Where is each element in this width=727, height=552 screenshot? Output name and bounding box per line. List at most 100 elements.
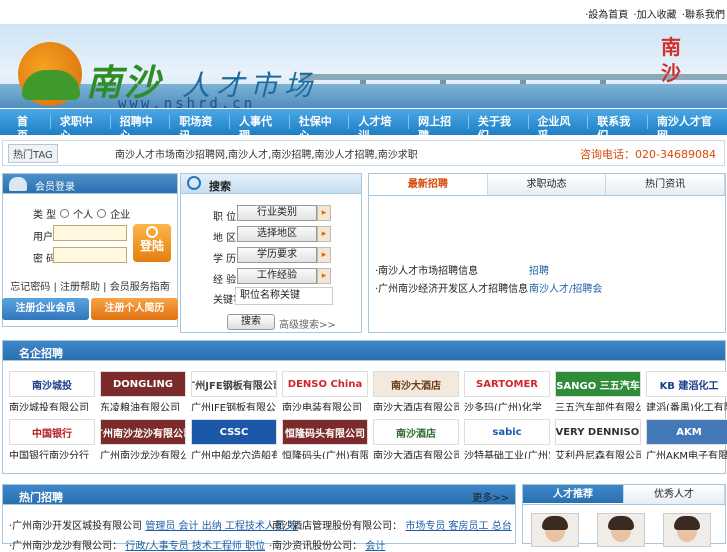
tab-hot-news[interactable]: 热门资讯 (606, 174, 726, 195)
education-select[interactable]: 学历要求 (237, 247, 317, 263)
keyword-input[interactable]: 职位名称关键 (235, 287, 333, 305)
tab-latest-jobs[interactable]: 最新招聘 (369, 174, 488, 195)
experience-picker-icon[interactable] (317, 268, 331, 284)
company-logo[interactable]: SANGO 三五汽车 (555, 371, 641, 397)
hot-tags[interactable]: 南沙人才市场南沙招聘网,南沙人才,南沙招聘,南沙人才招聘,南沙求职 (115, 146, 418, 161)
area-select[interactable]: 选择地区 (237, 226, 317, 242)
company-logo-item[interactable]: 南沙大酒店南沙大酒店有限公司 (373, 371, 459, 411)
radio-company[interactable] (97, 209, 107, 218)
company-logo-item[interactable]: AKM 广州AKM电子有限公司 (646, 419, 727, 459)
username-field[interactable] (53, 225, 127, 241)
avatar[interactable] (597, 513, 645, 547)
company-caption[interactable]: 广州中船龙穴造船有限公司 (191, 447, 277, 459)
company-caption[interactable]: 沙特基础工业(广州) (464, 447, 550, 459)
avatar[interactable] (663, 513, 711, 547)
company-logo-item[interactable]: 广州南沙龙沙有限公司广州南沙龙沙有限公司 (100, 419, 186, 459)
company-logo[interactable]: DONGLING (100, 371, 186, 397)
company-caption[interactable]: 沙多玛(广州)化学 (464, 399, 550, 411)
experience-select[interactable]: 工作经验 (237, 268, 317, 284)
company-logo[interactable]: KB 建滔化工 (646, 371, 727, 397)
company-logo-item[interactable]: sabic 沙特基础工业(广州) (464, 419, 550, 459)
company-logo[interactable]: AVERY DENNISON (555, 419, 641, 445)
news-item[interactable]: ·广州南沙经济开发区人才招聘信息 (375, 280, 528, 295)
company-caption[interactable]: 东凌粮油有限公司 (100, 399, 186, 411)
company-logo-item[interactable]: KB 建滔化工建滔(番禺)化工有限公司 (646, 371, 727, 411)
login-button[interactable]: 登陆 (133, 224, 171, 262)
contact-link[interactable]: ·聯系我們 (682, 10, 725, 21)
news-item[interactable]: ·南沙人才市场招聘信息 (375, 262, 478, 277)
company-logo-item[interactable]: AVERY DENNISON 艾利丹尼森有限公司 (555, 419, 641, 459)
set-home-link[interactable]: ·設為首頁 (585, 10, 628, 21)
nav-online-recruit[interactable]: 网上招聘 (409, 115, 469, 142)
company-logo-item[interactable]: DONGLING 东凌粮油有限公司 (100, 371, 186, 411)
search-button[interactable]: 搜索 (227, 314, 275, 330)
company-logo-item[interactable]: 南沙酒店南沙大酒店有限公司 (373, 419, 459, 459)
job-titles[interactable]: 市场专员 客房员工 总台 (405, 521, 511, 532)
company-logo[interactable]: DENSO China (282, 371, 368, 397)
company-logo-item[interactable]: SARTOMER 沙多玛(广州)化学 (464, 371, 550, 411)
company-logo-item[interactable]: 恒隆码头有限公司恒隆码头(广州)有限公司 (282, 419, 368, 459)
company-logo[interactable]: SARTOMER (464, 371, 550, 397)
nav-training[interactable]: 人才培训 (349, 115, 410, 142)
company-caption[interactable]: 南沙大酒店有限公司 (373, 447, 459, 459)
company-logo[interactable]: AKM (646, 419, 727, 445)
radio-person[interactable] (60, 209, 70, 218)
company-caption[interactable]: 南沙大酒店有限公司 (373, 399, 459, 411)
tab-excellent-talent[interactable]: 优秀人才 (624, 485, 725, 504)
company-logo-item[interactable]: SANGO 三五汽车三五汽车部件有限公司 (555, 371, 641, 411)
nav-official[interactable]: 南沙人才官网 (648, 115, 727, 142)
industry-picker-icon[interactable] (317, 205, 331, 221)
company-logo[interactable]: 南沙城投 (9, 371, 95, 397)
company-logo[interactable]: 中国银行 (9, 419, 95, 445)
company-logo[interactable]: 南沙大酒店 (373, 371, 459, 397)
education-picker-icon[interactable] (317, 247, 331, 263)
company-logo[interactable]: CSSC (191, 419, 277, 445)
company-logo-item[interactable]: CSSC 广州中船龙穴造船有限公司 (191, 419, 277, 459)
company-caption[interactable]: 艾利丹尼森有限公司 (555, 447, 641, 459)
tab-recommended-talent[interactable]: 人才推荐 (523, 485, 624, 504)
job-titles[interactable]: 行政/人事专员 技术工程师 职位 (125, 541, 265, 552)
more-link[interactable]: 更多>> (472, 489, 509, 504)
company-logo[interactable]: 广州JFE钢板有限公司 (191, 371, 277, 397)
register-resume-button[interactable]: 注册个人简历 (91, 298, 178, 320)
add-favorite-link[interactable]: ·加入收藏 (633, 10, 676, 21)
company-caption[interactable]: 恒隆码头(广州)有限公司 (282, 447, 368, 459)
company-caption[interactable]: 南沙城投有限公司 (9, 399, 95, 411)
nav-home[interactable]: 首 页 (8, 115, 51, 142)
tab-job-trends[interactable]: 求职动态 (487, 174, 607, 195)
company-caption[interactable]: 广州JFE钢板有限公司 (191, 399, 277, 411)
company-logo-item[interactable]: 中国银行中国银行南沙分行 (9, 419, 95, 459)
password-field[interactable] (53, 247, 127, 263)
register-company-button[interactable]: 注册企业会员 (2, 298, 89, 320)
nav-about[interactable]: 关于我们 (469, 115, 529, 142)
hot-job-line[interactable]: ·南沙酒店管理股份有限公司： 市场专员 客房员工 总台 (269, 517, 512, 532)
company-caption[interactable]: 广州AKM电子有限公司 (646, 447, 727, 459)
company-logo[interactable]: 南沙酒店 (373, 419, 459, 445)
nav-contact[interactable]: 联系我们 (588, 115, 648, 142)
company-caption[interactable]: 中国银行南沙分行 (9, 447, 95, 459)
industry-select[interactable]: 行业类别 (237, 205, 317, 221)
company-caption[interactable]: 广州南沙龙沙有限公司 (100, 447, 186, 459)
nav-jobseeker[interactable]: 求职中心 (51, 115, 111, 142)
company-caption[interactable]: 建滔(番禺)化工有限公司 (646, 399, 727, 411)
area-picker-icon[interactable] (317, 226, 331, 242)
nav-hr-agency[interactable]: 人事代理 (230, 115, 290, 142)
nav-news[interactable]: 职场资讯 (170, 115, 231, 142)
nav-recruit[interactable]: 招聘中心 (111, 115, 171, 142)
hot-job-line[interactable]: ·广州南沙开发区城投有限公司 管理员 会计 出纳 工程技术人员 等 (9, 517, 298, 532)
company-logo-item[interactable]: DENSO China 南沙电装有限公司 (282, 371, 368, 411)
company-logo[interactable]: 广州南沙龙沙有限公司 (100, 419, 186, 445)
advanced-search-link[interactable]: 高级搜索>> (279, 316, 336, 331)
company-logo[interactable]: 恒隆码头有限公司 (282, 419, 368, 445)
avatar[interactable] (531, 513, 579, 547)
company-logo-item[interactable]: 南沙城投南沙城投有限公司 (9, 371, 95, 411)
company-logo-item[interactable]: 广州JFE钢板有限公司广州JFE钢板有限公司 (191, 371, 277, 411)
news-item-tag[interactable]: 南沙人才/招聘会 (529, 280, 602, 295)
login-links[interactable]: 忘记密码 | 注册帮助 | 会员服务指南 (3, 278, 177, 293)
nav-social-security[interactable]: 社保中心 (290, 115, 350, 142)
company-caption[interactable]: 南沙电装有限公司 (282, 399, 368, 411)
company-caption[interactable]: 三五汽车部件有限公司 (555, 399, 641, 411)
news-item-tag[interactable]: 招聘 (529, 262, 549, 277)
company-logo[interactable]: sabic (464, 419, 550, 445)
nav-company-style[interactable]: 企业风采 (529, 115, 589, 142)
